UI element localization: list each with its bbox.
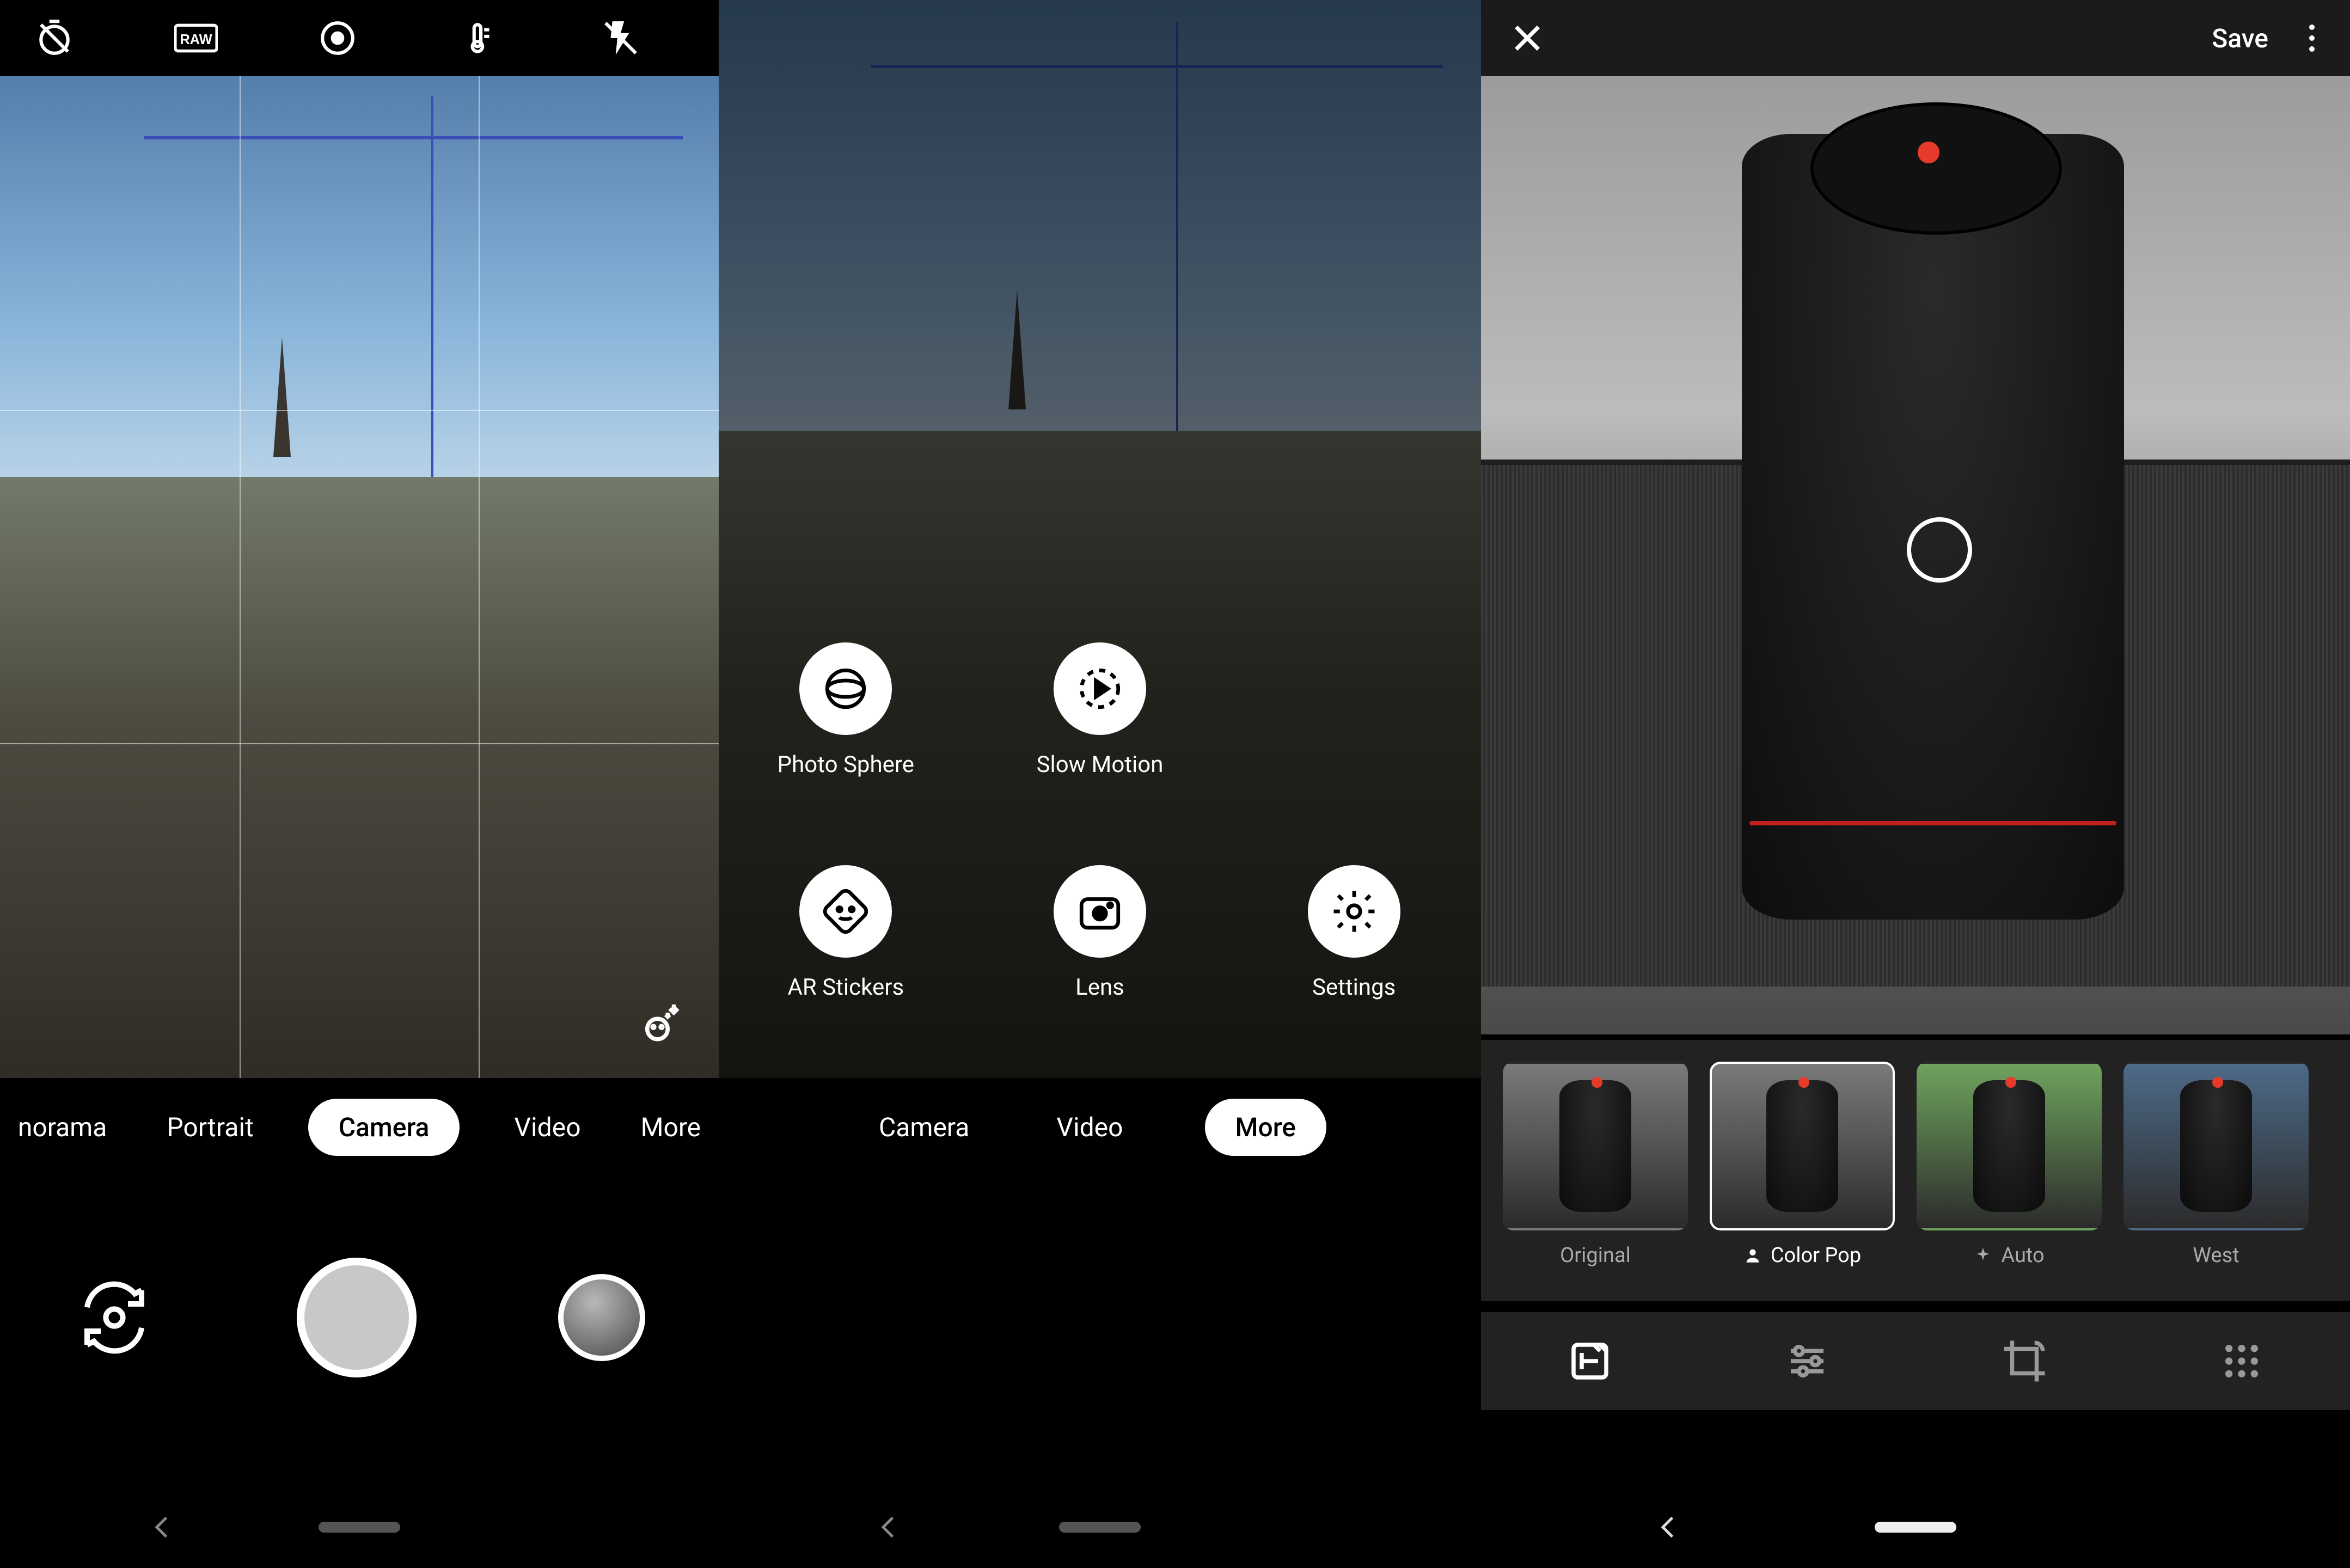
grid-line	[0, 410, 719, 411]
more-slow-motion[interactable]: Slow Motion	[1037, 642, 1164, 778]
mode-panorama[interactable]: norama	[13, 1099, 113, 1156]
more-settings[interactable]: Settings	[1308, 865, 1400, 1001]
system-nav-bar	[719, 1486, 1481, 1568]
photo-sphere-icon	[799, 642, 892, 735]
mode-video[interactable]: Video	[1051, 1099, 1128, 1156]
switch-camera-button[interactable]	[74, 1277, 155, 1358]
more-label: Settings	[1312, 974, 1396, 1001]
flash-off-icon[interactable]	[599, 16, 642, 60]
system-nav-bar	[0, 1486, 719, 1568]
shutter-bar	[0, 1187, 719, 1448]
focal-point-handle[interactable]	[1907, 517, 1972, 583]
camera-screen: RAW	[0, 0, 719, 1568]
shutter-button[interactable]	[297, 1258, 417, 1377]
nav-home-pill[interactable]	[319, 1522, 400, 1533]
more-label: AR Stickers	[788, 974, 904, 1001]
filters-tab-icon[interactable]	[1563, 1334, 1617, 1388]
lens-icon	[1054, 865, 1146, 958]
markup-tab-icon[interactable]	[2214, 1334, 2269, 1388]
mode-camera[interactable]: Camera	[873, 1099, 975, 1156]
settings-icon	[1308, 865, 1400, 958]
motion-photo-icon[interactable]	[316, 16, 359, 60]
viewfinder[interactable]	[0, 76, 719, 1078]
mode-portrait[interactable]: Portrait	[161, 1099, 259, 1156]
raw-icon[interactable]: RAW	[174, 16, 218, 60]
mode-camera[interactable]: Camera	[308, 1099, 460, 1156]
crop-tab-icon[interactable]	[1997, 1334, 2052, 1388]
filter-color-pop[interactable]: Color Pop	[1710, 1062, 1895, 1267]
filter-label: Original	[1560, 1244, 1631, 1267]
nav-back-icon[interactable]	[146, 1511, 179, 1543]
photo-editor-screen: Save Original Color Pop	[1481, 0, 2350, 1568]
more-lens[interactable]: Lens	[1054, 865, 1146, 1001]
mode-selector[interactable]: norama Portrait Camera Video More	[0, 1078, 719, 1176]
more-label: Lens	[1075, 974, 1124, 1001]
nav-back-icon[interactable]	[1652, 1511, 1685, 1543]
nav-back-icon[interactable]	[872, 1511, 905, 1543]
sparkle-icon	[1974, 1246, 1992, 1265]
camera-topbar: RAW	[0, 0, 719, 76]
adjust-tab-icon[interactable]	[1780, 1334, 1834, 1388]
grid-line	[479, 76, 480, 1078]
more-label: Slow Motion	[1037, 751, 1164, 778]
filter-strip[interactable]: Original Color Pop Auto West	[1481, 1040, 2350, 1301]
mode-more[interactable]: More	[635, 1099, 707, 1156]
grid-line	[240, 76, 241, 1078]
mode-video[interactable]: Video	[509, 1099, 586, 1156]
mode-more[interactable]: More	[1205, 1099, 1326, 1156]
filter-label: Color Pop	[1771, 1244, 1861, 1267]
more-modes-grid: Photo Sphere Slow Motion . AR Stickers L	[719, 642, 1481, 1001]
filter-label: Auto	[2001, 1244, 2044, 1267]
ar-stickers-icon	[799, 865, 892, 958]
timer-off-icon[interactable]	[33, 16, 76, 60]
editor-preview[interactable]	[1481, 76, 2350, 1034]
slow-motion-icon	[1054, 642, 1146, 735]
filter-auto[interactable]: Auto	[1917, 1062, 2102, 1267]
person-icon	[1743, 1246, 1762, 1265]
camera-more-screen: Photo Sphere Slow Motion . AR Stickers L	[719, 0, 1481, 1568]
save-button[interactable]: Save	[2212, 23, 2268, 54]
overflow-menu-icon[interactable]	[2301, 24, 2323, 52]
editor-tool-tabs	[1481, 1312, 2350, 1410]
nav-home-pill[interactable]	[1059, 1522, 1141, 1533]
more-ar-stickers[interactable]: AR Stickers	[788, 865, 904, 1001]
grid-line	[0, 743, 719, 744]
mode-selector[interactable]: Camera Video More	[719, 1078, 1481, 1176]
close-icon[interactable]	[1508, 19, 1546, 57]
gallery-thumbnail[interactable]	[558, 1274, 645, 1361]
face-retouch-icon[interactable]	[637, 996, 686, 1045]
system-nav-bar	[1481, 1486, 2350, 1568]
filter-west[interactable]: West	[2123, 1062, 2309, 1267]
filter-label: West	[2193, 1244, 2239, 1267]
more-photo-sphere[interactable]: Photo Sphere	[778, 642, 914, 778]
nav-home-pill[interactable]	[1875, 1522, 1956, 1533]
editor-topbar: Save	[1481, 0, 2350, 76]
more-label: Photo Sphere	[778, 751, 914, 778]
white-balance-icon[interactable]	[457, 16, 501, 60]
filter-original[interactable]: Original	[1503, 1062, 1688, 1267]
svg-text:RAW: RAW	[180, 32, 212, 47]
